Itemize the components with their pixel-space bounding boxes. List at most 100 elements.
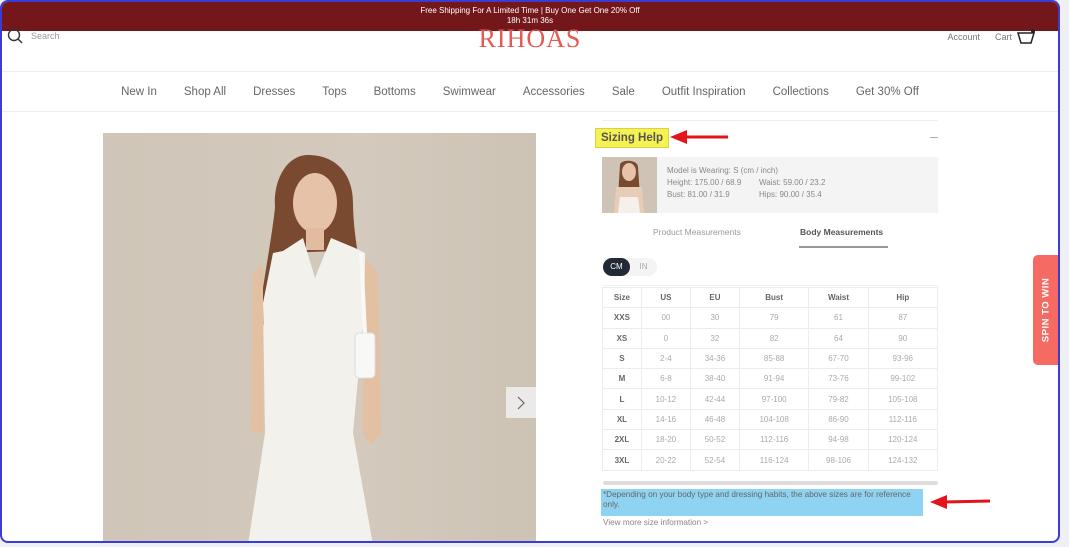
table-cell: 50-52 [689, 429, 740, 451]
table-cell: 0 [640, 327, 691, 349]
tab-body-measurements[interactable]: Body Measurements [800, 227, 883, 237]
nav-item[interactable]: Swimwear [443, 86, 496, 98]
unit-cm-button[interactable]: CM [603, 258, 630, 276]
table-row: XXS 00 30 79 61 87 [602, 307, 939, 329]
size-label-cell: 3XL [602, 449, 642, 471]
model-bust: Bust: 81.00 / 31.9 [667, 190, 730, 199]
table-row: S 2-4 34-36 85-88 67-70 93-96 [602, 347, 939, 370]
table-cell: 30 [689, 307, 740, 329]
annotation-arrow-icon [930, 495, 991, 509]
nav-item[interactable]: Accessories [523, 86, 585, 98]
table-cell: 6-8 [640, 368, 691, 390]
table-cell: 79-82 [808, 388, 869, 410]
model-info-card: Model is Wearing: S (cm / inch) Height: … [602, 157, 938, 213]
table-row: XS 0 32 82 64 90 [602, 327, 939, 349]
size-label-cell: 2XL [602, 429, 642, 451]
column-header: EU [689, 286, 740, 309]
chevron-right-icon [517, 396, 525, 409]
size-label-cell: L [602, 388, 642, 410]
table-cell: 20-22 [640, 449, 691, 471]
model-height: Height: 175.00 / 68.9 [667, 178, 742, 187]
table-cell: 82 [738, 327, 810, 349]
table-row: XL 14-16 46-48 104-108 86-90 112-116 [602, 408, 939, 431]
table-cell: 124-132 [867, 449, 939, 471]
table-cell: 112-116 [738, 429, 810, 451]
annotation-arrow-icon [670, 130, 728, 144]
cart-icon [1016, 29, 1036, 44]
table-cell: 112-116 [867, 408, 939, 431]
table-cell: 18-20 [640, 429, 691, 451]
table-cell: 85-88 [738, 347, 810, 370]
table-row: M 6-8 38-40 91-94 73-76 99-102 [602, 368, 939, 390]
main-navigation: New In Shop All Dresses Tops Bottoms Swimwear… [2, 71, 1058, 112]
nav-item[interactable]: Dresses [253, 86, 295, 98]
table-cell: 00 [640, 307, 691, 329]
unit-in-button[interactable]: IN [630, 258, 657, 276]
nav-item[interactable]: Get 30% Off [856, 86, 919, 98]
size-label-cell: XXS [602, 307, 642, 329]
table-cell: 94-98 [808, 429, 869, 451]
size-label-cell: XS [602, 327, 642, 349]
table-cell: 64 [808, 327, 869, 349]
cart-label: Cart [994, 32, 1012, 42]
model-photo [248, 155, 381, 541]
table-cell: 61 [808, 307, 869, 329]
table-cell: 116-124 [738, 449, 810, 471]
nav-item[interactable]: Bottoms [374, 86, 416, 98]
table-horizontal-scrollbar[interactable] [603, 481, 938, 485]
nav-item[interactable]: Collections [773, 86, 829, 98]
size-label-cell: XL [602, 408, 642, 431]
table-cell: 87 [867, 307, 939, 329]
column-header: Hip [867, 286, 939, 309]
nav-item[interactable]: Outfit Inspiration [662, 86, 746, 98]
spin-to-win-button[interactable]: SPIN TO WIN [1033, 255, 1058, 365]
product-image[interactable] [103, 133, 536, 541]
table-cell: 93-96 [867, 347, 939, 370]
site-header: Search RIHOAS Account Cart [2, 24, 1058, 71]
size-reference-note: *Depending on your body type and dressin… [601, 489, 923, 516]
table-cell: 90 [867, 327, 939, 349]
model-thumbnail [602, 157, 657, 213]
nav-item[interactable]: Sale [612, 86, 635, 98]
table-cell: 73-76 [808, 368, 869, 390]
table-cell: 32 [689, 327, 740, 349]
table-cell: 34-36 [689, 347, 740, 370]
tab-product-measurements[interactable]: Product Measurements [653, 227, 741, 237]
nav-item[interactable]: New In [121, 86, 157, 98]
table-cell: 38-40 [689, 368, 740, 390]
table-cell: 46-48 [689, 408, 740, 431]
column-header: US [640, 286, 691, 309]
table-cell: 2-4 [640, 347, 691, 370]
table-cell: 67-70 [808, 347, 869, 370]
table-row: L 10-12 42-44 97-100 79-82 105-108 [602, 388, 939, 410]
table-cell: 99-102 [867, 368, 939, 390]
divider [602, 120, 938, 121]
table-cell: 91-94 [738, 368, 810, 390]
model-waist: Waist: 59.00 / 23.2 [759, 178, 826, 187]
table-row: 3XL 20-22 52-54 116-124 98-106 124-132 [602, 449, 939, 471]
table-cell: 120-124 [867, 429, 939, 451]
column-header: Size [602, 286, 642, 309]
table-cell: 86-90 [808, 408, 869, 431]
account-link[interactable]: Account [947, 32, 980, 42]
table-cell: 52-54 [689, 449, 740, 471]
table-cell: 42-44 [689, 388, 740, 410]
table-cell: 79 [738, 307, 810, 329]
table-row: 2XL 18-20 50-52 112-116 94-98 120-124 [602, 429, 939, 451]
collapse-icon[interactable] [930, 137, 938, 138]
browser-viewport: Free Shipping For A Limited Time | Buy O… [0, 0, 1060, 543]
column-header: Waist [808, 286, 869, 309]
divider [603, 285, 938, 286]
table-cell: 98-106 [808, 449, 869, 471]
column-header: Bust [738, 286, 810, 309]
next-image-button[interactable] [506, 387, 536, 418]
announcement-text: Free Shipping For A Limited Time | Buy O… [420, 6, 640, 15]
brand-logo[interactable]: RIHOAS [2, 24, 1058, 54]
size-chart-table: Size US EU Bust Waist Hip XXS 00 30 79 61 87 XS 0 32 8… [602, 286, 939, 471]
nav-item[interactable]: Tops [322, 86, 346, 98]
cart-button[interactable]: Cart [995, 29, 1036, 45]
nav-item[interactable]: Shop All [184, 86, 226, 98]
sizing-help-heading[interactable]: Sizing Help [595, 128, 669, 148]
view-more-size-info-link[interactable]: View more size information > [603, 518, 708, 527]
active-tab-indicator [799, 246, 888, 248]
